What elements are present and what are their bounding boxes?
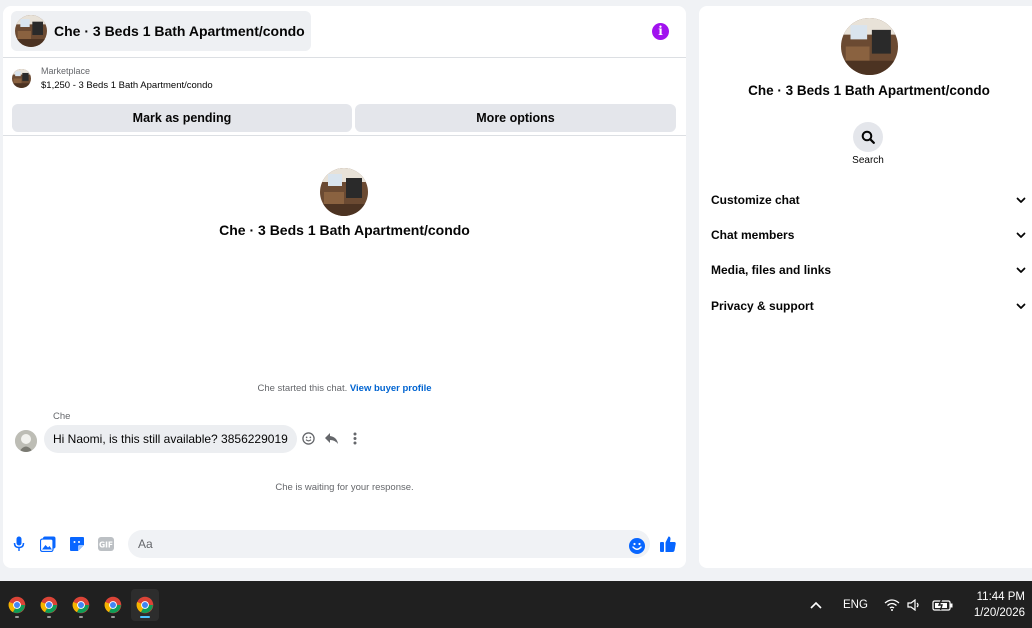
chrome-icon xyxy=(72,596,90,614)
thumbs-up-icon[interactable] xyxy=(659,535,677,553)
more-vertical-icon[interactable] xyxy=(347,431,362,446)
gif-icon[interactable]: GIF xyxy=(98,536,114,552)
message-input[interactable]: Aa xyxy=(128,530,650,558)
side-title: Che · 3 Beds 1 Bath Apartment/condo xyxy=(748,83,990,98)
chat-started-text: Che started this chat. xyxy=(257,383,348,394)
chrome-icon xyxy=(40,596,58,614)
chat-started-note: Che started this chat. View buyer profil… xyxy=(3,383,686,394)
volume-icon[interactable] xyxy=(907,581,922,628)
taskbar-chrome-3[interactable] xyxy=(67,589,95,621)
chevron-down-icon xyxy=(1015,264,1027,276)
chat-title-chip[interactable]: Che · 3 Beds 1 Bath Apartment/condo xyxy=(11,11,311,51)
chevron-down-icon xyxy=(1015,300,1027,312)
taskbar-chrome-5[interactable] xyxy=(131,589,159,621)
taskbar: ENG 11:44 PM 1/20/2026 xyxy=(0,581,1032,628)
section-label: Media, files and links xyxy=(711,263,832,277)
chrome-icon xyxy=(136,596,154,614)
message-bubble[interactable]: Hi Naomi, is this still available? 38562… xyxy=(44,425,297,453)
message-input-placeholder: Aa xyxy=(138,537,153,551)
section-customize-chat[interactable]: Customize chat xyxy=(711,190,1027,210)
more-options-button[interactable]: More options xyxy=(355,104,676,132)
chat-details-panel: Che · 3 Beds 1 Bath Apartment/condo Sear… xyxy=(699,6,1032,568)
photo-icon[interactable] xyxy=(40,536,56,552)
section-privacy-support[interactable]: Privacy & support xyxy=(711,296,1027,316)
chrome-icon xyxy=(8,596,26,614)
language-indicator[interactable]: ENG xyxy=(843,581,868,628)
chevron-down-icon xyxy=(1015,194,1027,206)
sticker-icon[interactable] xyxy=(69,536,85,552)
chrome-icon xyxy=(104,596,122,614)
section-chat-members[interactable]: Chat members xyxy=(711,225,1027,245)
svg-text:GIF: GIF xyxy=(99,541,113,550)
battery-icon[interactable] xyxy=(932,581,953,628)
marketplace-listing: Marketplace $1,250 - 3 Beds 1 Bath Apart… xyxy=(3,59,686,136)
listing-price-title[interactable]: $1,250 - 3 Beds 1 Bath Apartment/condo xyxy=(41,80,213,91)
search-label: Search xyxy=(852,155,884,166)
clock-time: 11:44 PM xyxy=(976,591,1025,603)
section-label: Privacy & support xyxy=(711,299,814,313)
chevron-up-icon[interactable] xyxy=(809,581,823,628)
search-icon xyxy=(861,130,875,144)
wifi-icon[interactable] xyxy=(884,581,900,628)
listing-thumbnail[interactable] xyxy=(12,69,31,88)
view-buyer-profile-link[interactable]: View buyer profile xyxy=(350,383,432,394)
system-clock[interactable]: 11:44 PM 1/20/2026 xyxy=(974,589,1025,621)
taskbar-chrome-1[interactable] xyxy=(3,589,31,621)
info-icon[interactable]: i xyxy=(652,23,669,40)
chat-avatar xyxy=(15,15,47,47)
waiting-note: Che is waiting for your response. xyxy=(275,482,414,493)
sender-avatar[interactable] xyxy=(15,430,37,452)
reply-icon[interactable] xyxy=(324,431,339,446)
chat-panel: Che · 3 Beds 1 Bath Apartment/condo i Ma… xyxy=(3,6,686,568)
mark-as-pending-button[interactable]: Mark as pending xyxy=(12,104,352,132)
taskbar-chrome-4[interactable] xyxy=(99,589,127,621)
microphone-icon[interactable] xyxy=(11,536,27,552)
react-emoji-icon[interactable] xyxy=(301,431,316,446)
sender-name: Che xyxy=(53,411,71,422)
search-button[interactable] xyxy=(853,122,883,152)
section-label: Chat members xyxy=(711,228,795,242)
chat-header: Che · 3 Beds 1 Bath Apartment/condo i xyxy=(3,6,686,58)
emoji-icon[interactable] xyxy=(629,536,645,554)
intro-title: Che · 3 Beds 1 Bath Apartment/condo xyxy=(219,222,470,238)
side-avatar xyxy=(841,18,898,75)
intro-avatar xyxy=(320,168,368,216)
message-actions xyxy=(301,431,362,446)
section-media-files-links[interactable]: Media, files and links xyxy=(711,260,1027,280)
section-label: Customize chat xyxy=(711,193,800,207)
chat-title: Che · 3 Beds 1 Bath Apartment/condo xyxy=(54,23,305,39)
chevron-down-icon xyxy=(1015,229,1027,241)
clock-date: 1/20/2026 xyxy=(973,607,1025,619)
taskbar-chrome-2[interactable] xyxy=(35,589,63,621)
listing-source-label: Marketplace xyxy=(41,66,91,76)
